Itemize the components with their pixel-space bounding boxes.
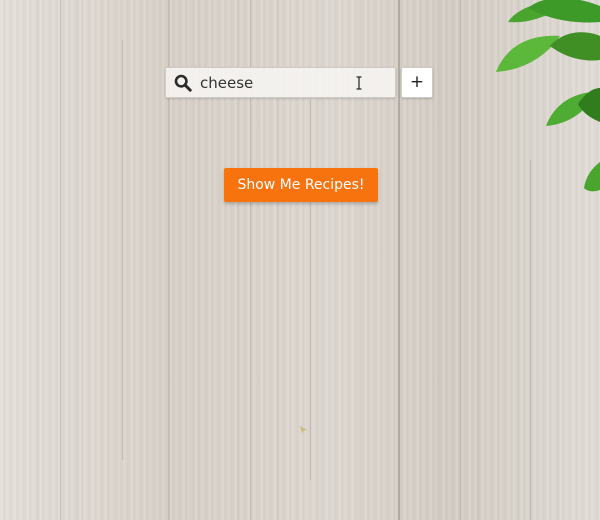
wood-grain-line — [460, 0, 461, 520]
wood-grain-line — [60, 0, 61, 520]
add-ingredient-button[interactable]: + — [401, 67, 433, 98]
text-cursor-icon — [356, 76, 362, 90]
wood-grain-line — [122, 40, 123, 460]
wood-plank-seam — [398, 0, 400, 520]
search-input[interactable] — [200, 68, 360, 97]
wood-grain-line — [310, 100, 311, 480]
leaves-decoration — [496, 0, 600, 192]
wood-grain-line — [530, 160, 531, 520]
mouse-cursor-icon — [300, 426, 307, 434]
show-recipes-button[interactable]: Show Me Recipes! — [224, 168, 378, 202]
search-icon — [166, 67, 200, 98]
